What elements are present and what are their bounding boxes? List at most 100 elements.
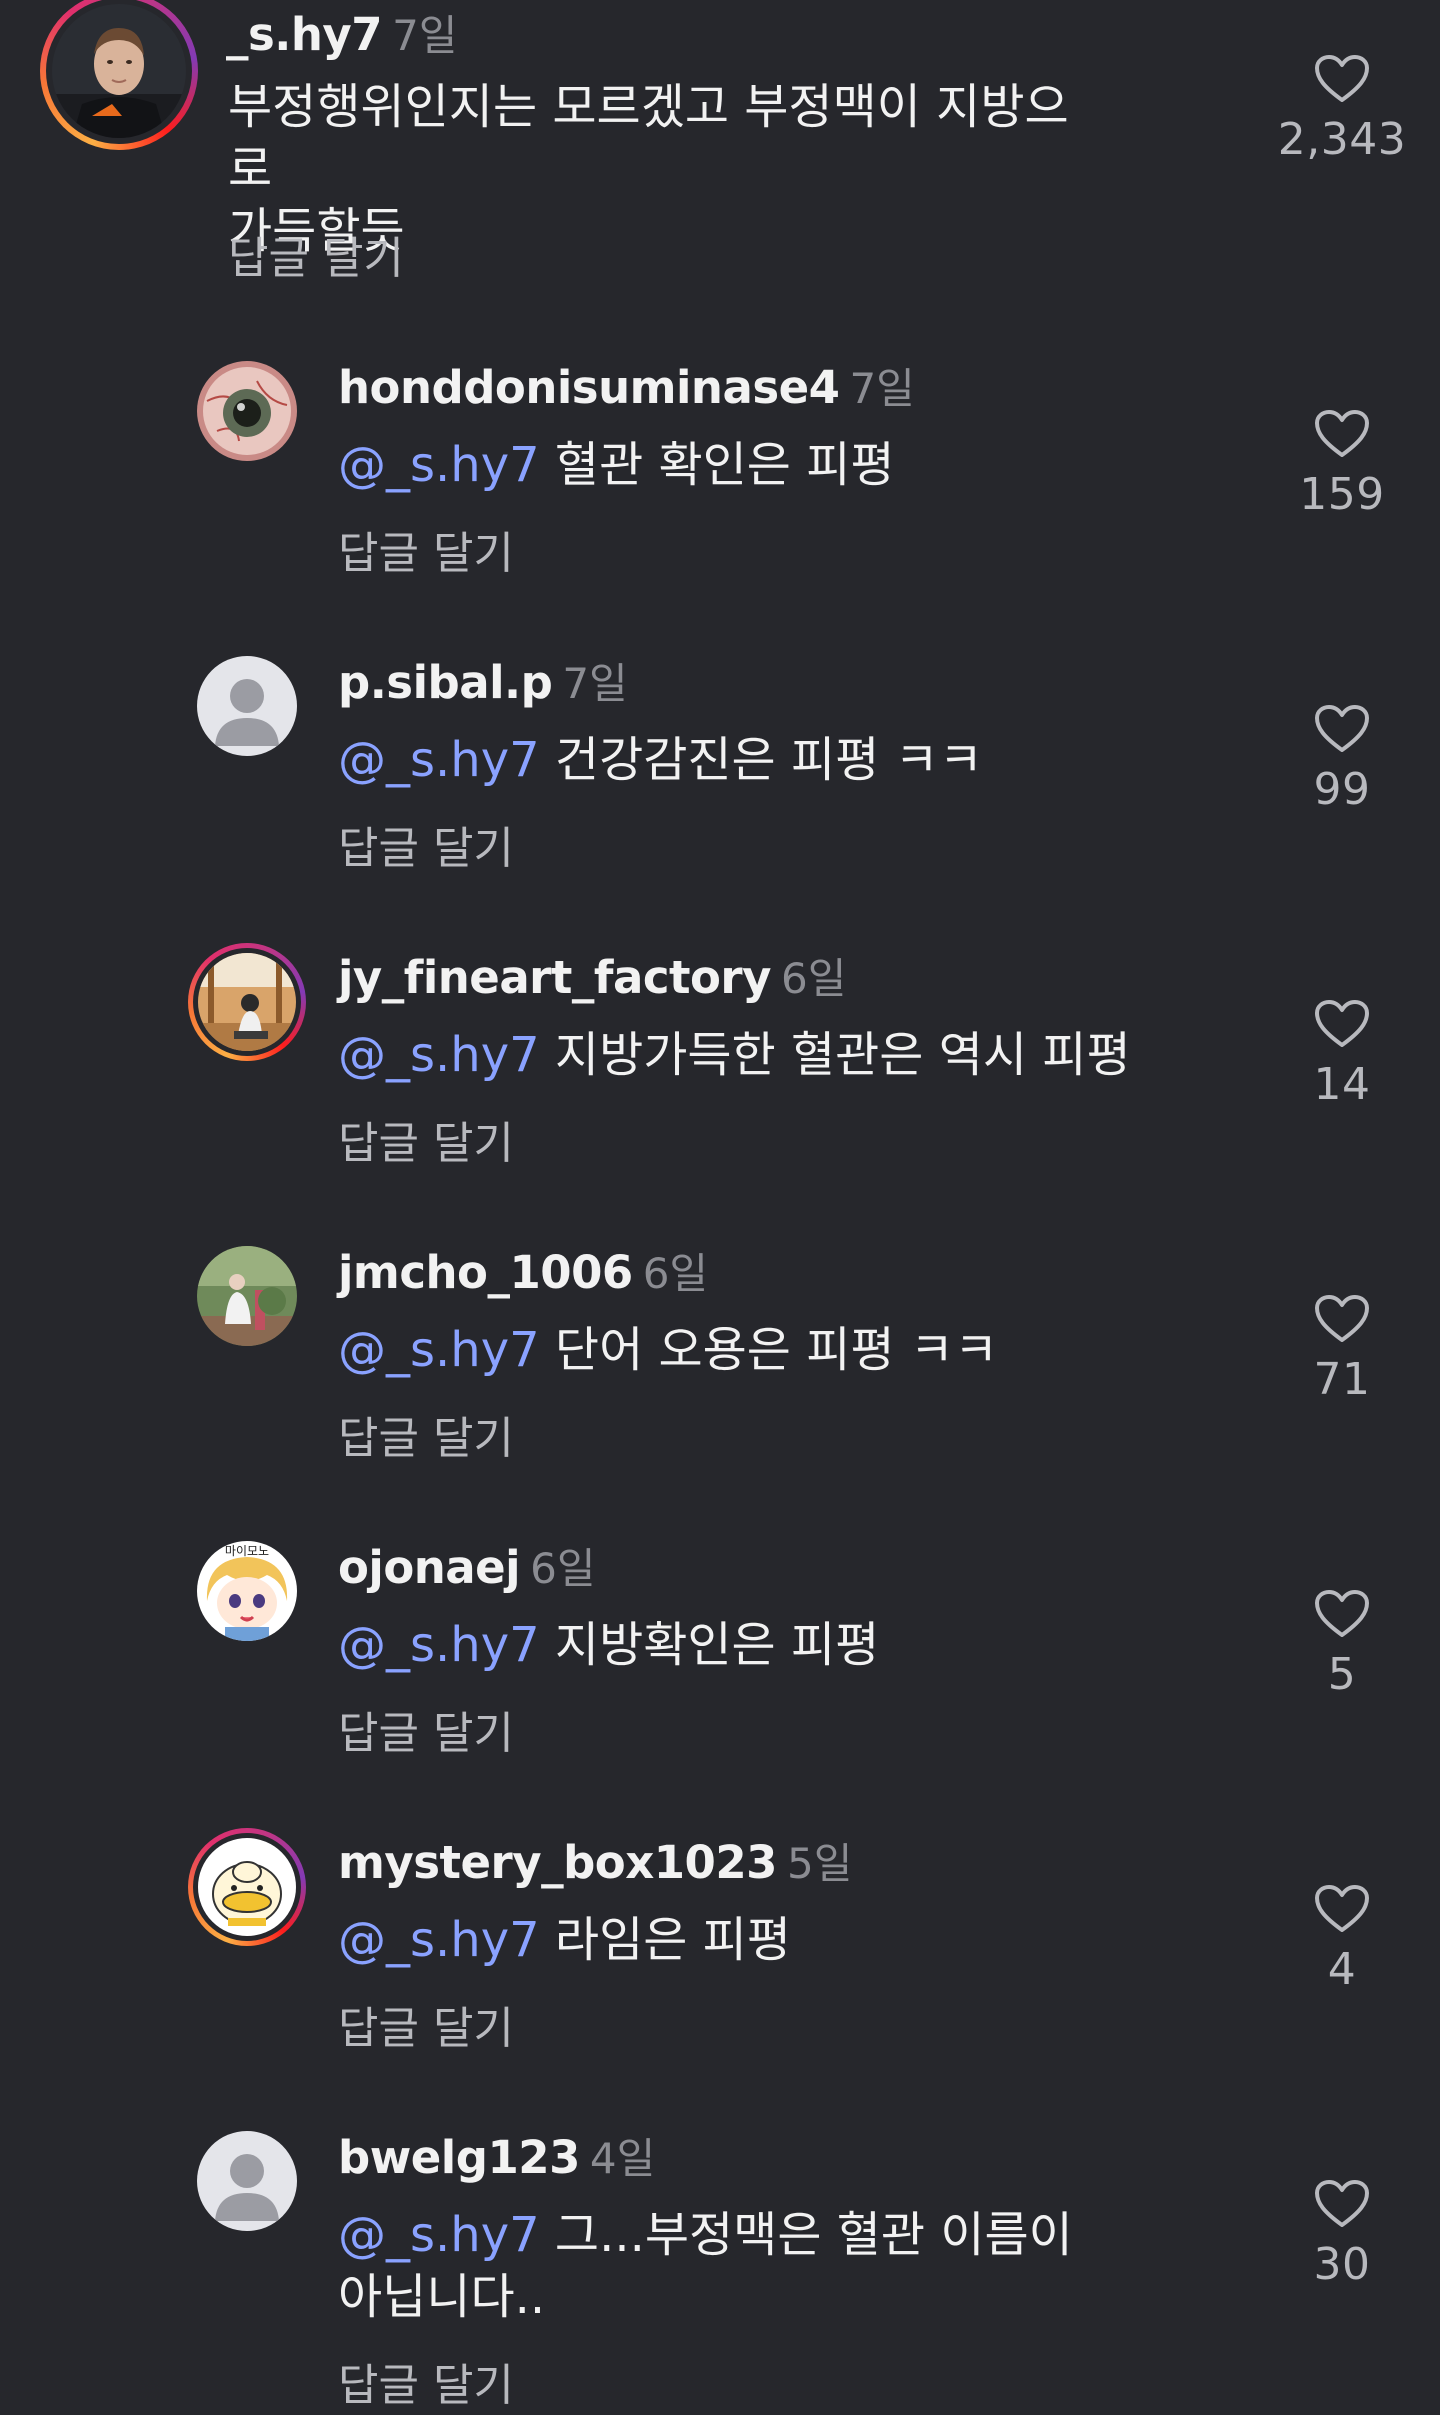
like-button[interactable]: 4 [1272,1884,1412,1995]
like-button[interactable]: 2,343 [1272,54,1412,165]
username[interactable]: p.sibal.p [338,656,553,709]
avatar[interactable] [197,656,297,756]
heart-icon [1315,1295,1369,1342]
comment-text-content: 그...부정맥은 혈관 이름이 [554,2207,1073,2263]
comment-text-content: 건강감진은 피평 ㅋㅋ [554,732,983,788]
like-button[interactable]: 30 [1272,2179,1412,2290]
outdoor-photo-icon [197,1246,297,1346]
like-count: 5 [1327,1649,1357,1700]
timestamp: 6일 [780,954,847,1003]
reply-button[interactable]: 답글 달기 [338,1107,514,1171]
comment-header: bwelg123 4일 [338,2125,655,2186]
mention-link[interactable]: @_s.hy7 [338,1027,540,1083]
comment-header: jy_fineart_factory 6일 [338,945,846,1006]
heart-icon [1315,1000,1369,1047]
comment-text: @_s.hy7 그...부정맥은 혈관 이름이 아닙니다.. [338,2204,1218,2328]
comment-header: mystery_box1023 5일 [338,1830,852,1891]
avatar-sticker-text: 마이모노 [225,1544,269,1558]
avatar[interactable] [197,361,297,461]
comment-text: @_s.hy7 단어 오용은 피평 ㅋㅋ [338,1319,1218,1381]
mention-link[interactable]: @_s.hy7 [338,2207,540,2263]
reply-button[interactable]: 답글 달기 [338,1992,514,2056]
comment-text: @_s.hy7 라임은 피평 [338,1909,1218,1971]
reply-button[interactable]: 답글 달기 [338,2349,514,2413]
story-ring[interactable] [40,0,198,150]
like-count: 14 [1313,1059,1371,1110]
heart-icon [1315,2180,1369,2227]
like-button[interactable]: 5 [1272,1589,1412,1700]
timestamp: 6일 [530,1544,596,1593]
timestamp: 5일 [786,1839,853,1888]
comment-text-line: 부정행위인지는 모르겠고 부정맥이 지방으로 [228,79,1069,197]
username[interactable]: bwelg123 [338,2131,580,2184]
like-button[interactable]: 99 [1272,704,1412,815]
heart-icon [1315,705,1369,752]
comment-header: _s.hy7 7일 [226,2,457,63]
username[interactable]: ojonaej [338,1541,521,1594]
comment-text: @_s.hy7 혈관 확인은 피평 [338,434,1218,496]
heart-icon [1315,410,1369,457]
comment-header: ojonaej 6일 [338,1535,595,1596]
username[interactable]: jy_fineart_factory [338,951,771,1004]
like-count: 30 [1313,2239,1371,2290]
timestamp: 6일 [642,1249,709,1298]
racing-driver-avatar-icon [52,4,186,138]
mention-link[interactable]: @_s.hy7 [338,437,540,493]
like-count: 2,343 [1277,114,1407,165]
comment-text: @_s.hy7 지방확인은 피평 [338,1614,1218,1676]
reply-button[interactable]: 답글 달기 [338,812,514,876]
comment-header: p.sibal.p 7일 [338,650,628,711]
comment-text-content: 지방가득한 혈관은 역시 피평 [554,1027,1131,1083]
story-ring[interactable] [188,943,306,1061]
like-count: 71 [1313,1354,1371,1405]
heart-icon [1315,1590,1369,1637]
mention-link[interactable]: @_s.hy7 [338,732,540,788]
comment-text-line: 아닙니다.. [338,2269,546,2325]
reply-button[interactable]: 답글 달기 [338,517,514,581]
comment-text-content: 라임은 피평 [554,1912,791,1968]
like-button[interactable]: 14 [1272,999,1412,1110]
like-count: 4 [1327,1944,1357,1995]
comment-text: @_s.hy7 건강감진은 피평 ㅋㅋ [338,729,1218,791]
anime-character-avatar-icon: 마이모노 [197,1541,297,1641]
story-ring[interactable] [188,1828,306,1946]
avatar[interactable] [198,953,296,1051]
comment-header: jmcho_1006 6일 [338,1240,708,1301]
timestamp: 7일 [392,11,458,60]
avatar[interactable] [197,2131,297,2231]
comment-text-line: @_s.hy7 그...부정맥은 혈관 이름이 [338,2204,1218,2266]
timestamp: 4일 [589,2134,656,2183]
person-sitting-photo-icon [198,953,296,1051]
username[interactable]: jmcho_1006 [338,1246,633,1299]
username[interactable]: mystery_box1023 [338,1836,777,1889]
heart-icon [1315,1885,1369,1932]
like-count: 99 [1313,764,1371,815]
mention-link[interactable]: @_s.hy7 [338,1617,540,1673]
comment-text-content: 지방확인은 피평 [554,1617,880,1673]
like-button[interactable]: 71 [1272,1294,1412,1405]
avatar[interactable] [52,4,186,138]
username[interactable]: honddonisuminase4 [338,361,840,414]
like-button[interactable]: 159 [1272,409,1412,520]
reply-button[interactable]: 답글 달기 [228,222,404,286]
eyeball-avatar-icon [197,361,297,461]
username[interactable]: _s.hy7 [226,8,383,61]
comment-text-content: 혈관 확인은 피평 [554,437,895,493]
comment-header: honddonisuminase4 7일 [338,355,915,416]
mention-link[interactable]: @_s.hy7 [338,1912,540,1968]
like-count: 159 [1299,469,1385,520]
reply-button[interactable]: 답글 달기 [338,1697,514,1761]
default-person-avatar-icon [197,2131,297,2231]
duck-character-avatar-icon [198,1838,296,1936]
timestamp: 7일 [849,364,915,413]
comment-text-content: 단어 오용은 피평 ㅋㅋ [554,1322,999,1378]
mention-link[interactable]: @_s.hy7 [338,1322,540,1378]
timestamp: 7일 [562,659,628,708]
avatar[interactable] [197,1246,297,1346]
heart-icon [1315,55,1369,102]
reply-button[interactable]: 답글 달기 [338,1402,514,1466]
default-person-avatar-icon [197,656,297,756]
avatar[interactable]: 마이모노 [197,1541,297,1641]
avatar[interactable] [198,1838,296,1936]
comment-text: @_s.hy7 지방가득한 혈관은 역시 피평 [338,1024,1218,1086]
